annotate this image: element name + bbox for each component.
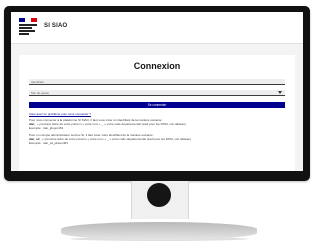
help-example-1: Exemple : dan_jdupont63	[29, 126, 64, 130]
device-scene: SI SIAO Connexion Identifiant Mot de pas…	[0, 0, 320, 251]
monitor-stand-base	[61, 222, 257, 240]
monitor-frame: SI SIAO Connexion Identifiant Mot de pas…	[4, 6, 310, 181]
stand-cable-hole	[147, 183, 171, 207]
site-header: SI SIAO	[11, 12, 303, 44]
username-placeholder: Identifiant	[31, 80, 45, 84]
help-example-2: Exemple : dan_sd_jdupont63	[29, 141, 68, 145]
help-link[interactable]: Vous avez un problème pour vous connecte…	[29, 112, 91, 117]
username-input[interactable]: Identifiant	[29, 79, 285, 85]
login-button[interactable]: Se connecter	[29, 102, 285, 108]
screen: SI SIAO Connexion Identifiant Mot de pas…	[11, 12, 303, 171]
login-card: Connexion Identifiant Mot de passe Se co…	[19, 55, 295, 171]
app-name[interactable]: SI SIAO	[44, 23, 67, 29]
password-placeholder: Mot de passe	[31, 91, 50, 95]
republique-francaise-logo	[19, 18, 37, 37]
password-input[interactable]: Mot de passe	[29, 90, 285, 96]
logo-text-lines	[19, 24, 37, 35]
page-title: Connexion	[133, 61, 181, 71]
show-password-icon[interactable]	[278, 91, 282, 94]
flag-icon	[19, 18, 37, 22]
